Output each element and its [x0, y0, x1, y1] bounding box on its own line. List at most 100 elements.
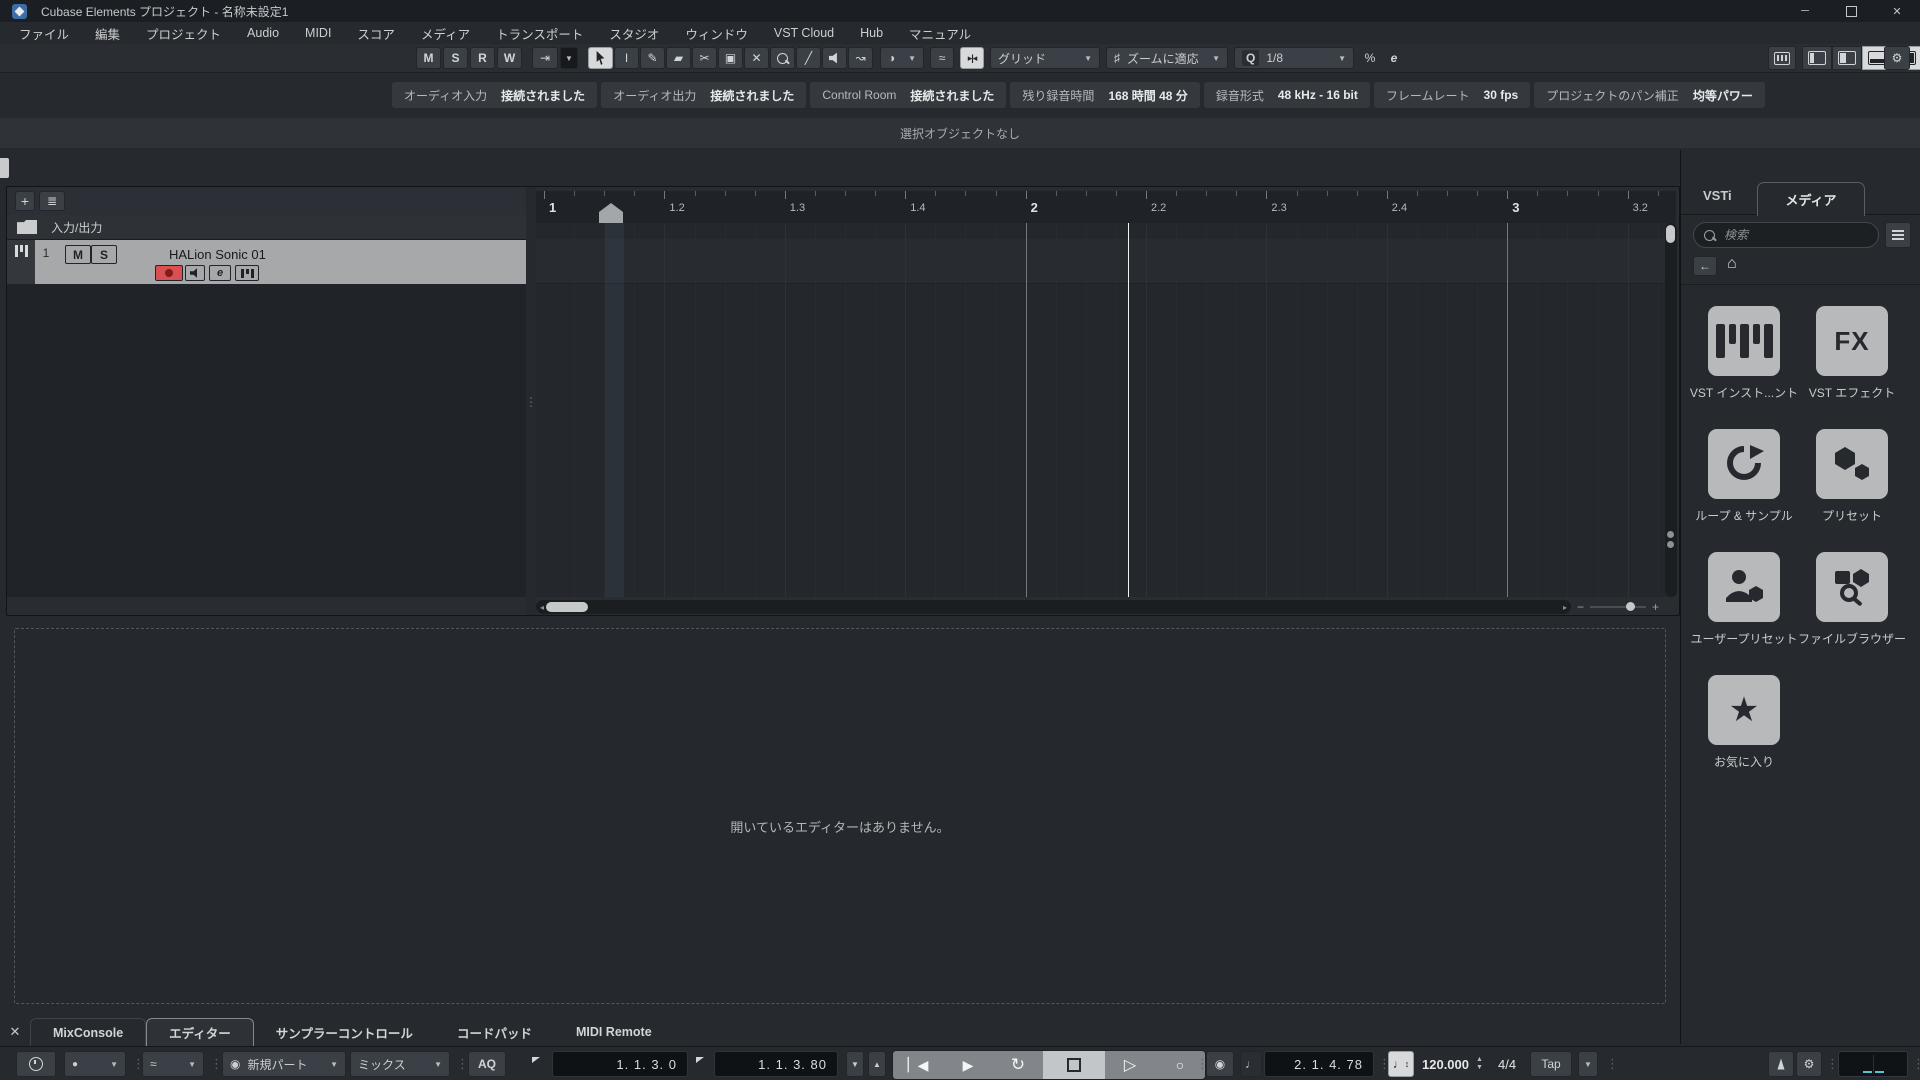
- autoscroll-button[interactable]: ⇥: [532, 47, 558, 69]
- erase-tool[interactable]: ▰: [666, 47, 691, 69]
- menu-item-10[interactable]: VST Cloud: [761, 22, 847, 44]
- vertical-scroll-thumb[interactable]: [1666, 225, 1675, 243]
- menu-item-1[interactable]: 編集: [82, 22, 133, 44]
- monitor-button[interactable]: [185, 265, 205, 281]
- snap-button[interactable]: ▸|◂: [960, 47, 984, 69]
- iterative-quantize-button[interactable]: %: [1360, 47, 1380, 69]
- play-button[interactable]: ▷: [1105, 1051, 1155, 1079]
- maximize-button[interactable]: [1828, 0, 1874, 22]
- media-tile-presets[interactable]: [1816, 429, 1888, 499]
- time-signature-value[interactable]: 4/4: [1498, 1051, 1516, 1077]
- tempo-mode-dropdown[interactable]: ▼: [1578, 1051, 1598, 1077]
- menu-item-2[interactable]: プロジェクト: [133, 22, 234, 44]
- midi-mix-mode-menu[interactable]: ミックス ▼: [350, 1051, 450, 1077]
- time-display-setup-button[interactable]: [16, 1051, 56, 1077]
- lower-tab-3[interactable]: コードパッド: [435, 1018, 554, 1046]
- arrange-grid[interactable]: [536, 223, 1676, 597]
- color-tool-menu[interactable]: ◑ ▼: [880, 47, 924, 69]
- tempo-spinner[interactable]: ▲ ▼: [1476, 1056, 1483, 1071]
- goto-next-marker-button[interactable]: ▶: [943, 1051, 993, 1079]
- horizontal-scroll-thumb[interactable]: [546, 602, 588, 612]
- menu-item-3[interactable]: Audio: [234, 22, 292, 44]
- audio-record-mode-menu[interactable]: ≈ ▼: [142, 1051, 204, 1077]
- play-tool[interactable]: [822, 47, 847, 69]
- left-zone-toggle-b[interactable]: [1832, 46, 1862, 70]
- menu-item-5[interactable]: スコア: [344, 22, 408, 44]
- split-tool[interactable]: ✂: [692, 47, 717, 69]
- position-display[interactable]: 2. 1. 4. 78: [1264, 1051, 1374, 1077]
- record-enable-button[interactable]: [155, 265, 183, 281]
- media-tile-loops-samples[interactable]: [1708, 429, 1780, 499]
- automation-w-button[interactable]: W: [497, 47, 522, 69]
- media-tile-file-browser[interactable]: [1816, 552, 1888, 622]
- close-button[interactable]: ✕: [1874, 0, 1920, 22]
- add-track-button[interactable]: +: [15, 191, 35, 211]
- quantize-panel-button[interactable]: e: [1384, 47, 1404, 69]
- performance-meter[interactable]: [1838, 1051, 1908, 1077]
- autoscroll-dropdown[interactable]: ▼: [560, 47, 578, 69]
- left-divider-handle[interactable]: [0, 158, 9, 178]
- info-cell-6[interactable]: プロジェクトのパン補正 均等パワー: [1534, 82, 1765, 108]
- media-tile-vst-effects[interactable]: FX: [1816, 306, 1888, 376]
- midi-record-mode-menu[interactable]: ◉ 新規パート ▼: [222, 1051, 346, 1077]
- vertical-zoom-knob-b[interactable]: [1667, 541, 1674, 548]
- right-zone-tab-0[interactable]: VSTi: [1703, 188, 1732, 203]
- track-preset-button[interactable]: ≣: [39, 191, 65, 211]
- minimize-button[interactable]: ─: [1782, 0, 1828, 22]
- track-name[interactable]: HALion Sonic 01: [169, 247, 266, 262]
- io-folder-track[interactable]: 入力/出力: [7, 215, 526, 240]
- grid-mode-dropdown[interactable]: ♯ ズームに適応 ▼: [1106, 47, 1228, 69]
- lower-tab-4[interactable]: MIDI Remote: [554, 1018, 674, 1046]
- record-mode-menu[interactable]: ● ▼: [64, 1051, 126, 1077]
- toolbar-setup-button[interactable]: ⚙: [1884, 46, 1910, 70]
- cycle-button[interactable]: ↻: [993, 1051, 1043, 1079]
- left-zone-toggle-a[interactable]: [1802, 46, 1832, 70]
- vertical-scrollbar[interactable]: [1665, 223, 1677, 597]
- menu-item-12[interactable]: マニュアル: [896, 22, 984, 44]
- menu-item-7[interactable]: トランスポート: [483, 22, 596, 44]
- lower-zone-close-button[interactable]: ✕: [0, 1018, 30, 1046]
- lower-tab-0[interactable]: MixConsole: [30, 1018, 147, 1046]
- transport-setup-button[interactable]: ⚙: [1796, 1051, 1822, 1077]
- menu-item-0[interactable]: ファイル: [6, 22, 82, 44]
- mute-button[interactable]: M: [65, 245, 91, 264]
- lower-tab-2[interactable]: サンプラーコントロール: [254, 1018, 435, 1046]
- quantize-dropdown[interactable]: Q 1/8 ▼: [1234, 47, 1354, 69]
- locator-range-handle[interactable]: [599, 203, 623, 223]
- metronome-setup-button[interactable]: [1768, 1051, 1794, 1077]
- metronome-click-button[interactable]: ◉: [1206, 1051, 1234, 1077]
- automation-r-button[interactable]: R: [470, 47, 495, 69]
- punch-out-button[interactable]: ▲: [868, 1051, 886, 1077]
- info-cell-2[interactable]: Control Room 接続されました: [810, 82, 1007, 108]
- horizontal-scrollbar[interactable]: ◂ ▸: [536, 600, 1571, 614]
- solo-button[interactable]: S: [91, 245, 117, 264]
- zoom-slider-knob[interactable]: [1626, 602, 1636, 611]
- glue-tool[interactable]: ▣: [718, 47, 743, 69]
- instrument-track[interactable]: 1 M S HALion Sonic 01 e: [7, 240, 526, 284]
- automation-s-button[interactable]: S: [443, 47, 468, 69]
- menu-item-6[interactable]: メディア: [408, 22, 483, 44]
- tempo-value[interactable]: 120.000: [1422, 1051, 1469, 1077]
- media-search-box[interactable]: [1693, 222, 1879, 248]
- time-format-button[interactable]: ♩: [1240, 1051, 1262, 1077]
- auto-quantize-button[interactable]: AQ: [468, 1051, 506, 1077]
- lower-tab-1[interactable]: エディター: [146, 1018, 254, 1046]
- line-tool[interactable]: ╱: [796, 47, 821, 69]
- setup-racks-button[interactable]: [1768, 46, 1796, 70]
- goto-previous-marker-button[interactable]: ◀: [893, 1051, 943, 1079]
- mute-tool[interactable]: ✕: [744, 47, 769, 69]
- scroll-right-icon[interactable]: ▸: [1559, 603, 1571, 612]
- media-tile-vst-instruments[interactable]: [1708, 306, 1780, 376]
- grid-type-dropdown[interactable]: グリッド ▼: [990, 47, 1100, 69]
- search-input[interactable]: [1722, 227, 1856, 243]
- zoom-in-icon[interactable]: +: [1652, 600, 1659, 614]
- info-cell-4[interactable]: 録音形式 48 kHz - 16 bit: [1203, 82, 1370, 108]
- timeline-ruler[interactable]: 1 1.2 1.3 1.4 2 2.2 2.3 2.4 3 3.2: [536, 191, 1676, 224]
- object-selection-tool[interactable]: [588, 47, 613, 69]
- tap-tempo-button[interactable]: Tap: [1530, 1051, 1572, 1077]
- info-cell-1[interactable]: オーディオ出力 接続されました: [601, 82, 807, 108]
- menu-item-11[interactable]: Hub: [847, 22, 896, 44]
- media-back-button[interactable]: ←: [1693, 256, 1717, 276]
- media-home-button[interactable]: ⌂: [1727, 256, 1737, 272]
- right-zone-tab-1[interactable]: メディア: [1757, 182, 1865, 216]
